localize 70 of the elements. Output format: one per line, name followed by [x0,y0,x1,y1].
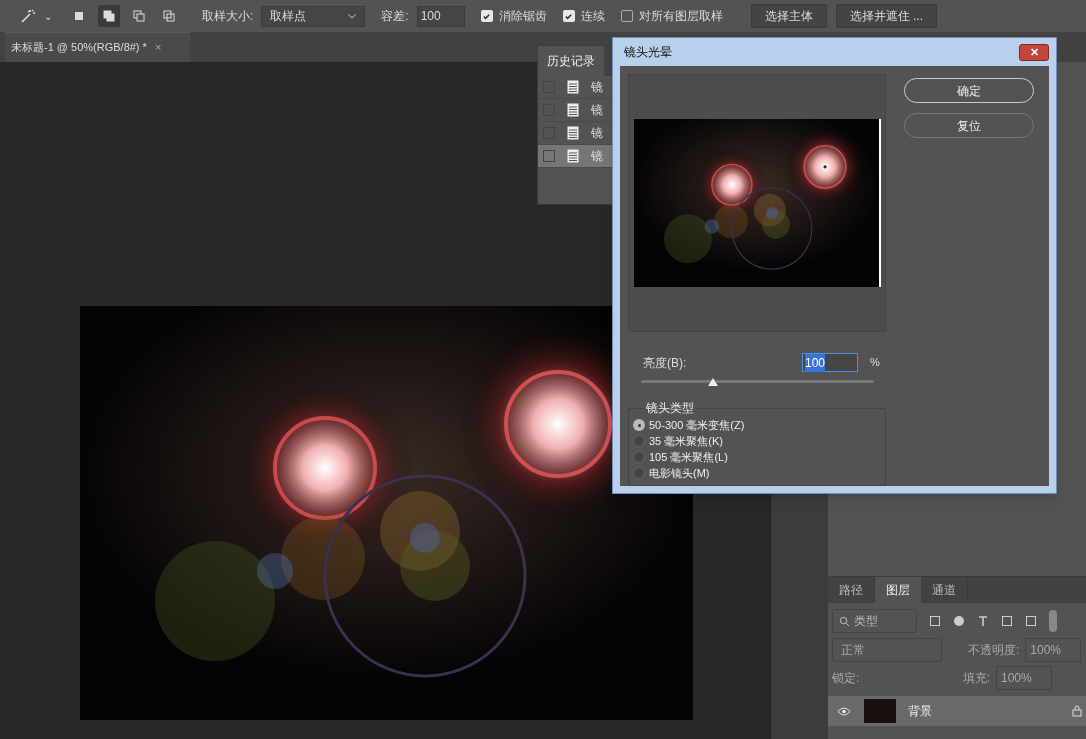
shape-filter-icon[interactable] [1001,615,1013,627]
sample-size-label: 取样大小: [202,8,254,25]
document-icon [567,149,579,163]
checkbox-label: 连续 [580,8,605,25]
radio-label: 电影镜头(M) [649,465,710,481]
selection-mode-button[interactable] [98,5,120,27]
dialog-title: 镜头光晕 [624,44,672,61]
radio-label: 105 毫米聚焦(L) [649,449,728,465]
slider-thumb[interactable] [708,378,719,386]
history-item-label: 镜 [591,79,603,96]
checkbox[interactable] [480,10,493,22]
checkmark-icon [482,11,492,21]
layer-thumbnail [864,699,896,723]
toolbar-button[interactable]: 选择并遮住 ... [835,4,938,28]
selection-mode-icon [133,10,145,22]
selection-mode-icon [163,10,175,22]
selection-mode-icon [103,10,115,22]
fill-field[interactable]: 100% [996,666,1052,690]
document-icon [567,80,579,94]
radio-label: 35 毫米聚焦(K) [649,433,723,449]
layer-row[interactable]: 背景 [828,696,1086,726]
panel-tab[interactable]: 图层 [875,577,921,603]
history-item-label: 镜 [591,148,603,165]
brightness-field[interactable]: 100 [802,353,858,372]
lock-label: 锁定: [832,670,860,687]
radio-button[interactable] [633,451,645,463]
tolerance-label: 容差: [381,8,409,25]
history-item-label: 镜 [591,125,603,142]
smart-object-filter-icon[interactable] [1025,615,1037,627]
close-button[interactable]: ✕ [1019,43,1049,61]
opacity-field[interactable]: 100% [1025,638,1082,662]
checkbox[interactable] [620,10,633,22]
search-icon [839,615,850,627]
filter-dropdown[interactable]: 类型 [832,609,917,633]
radio-button[interactable] [633,467,645,479]
panel-tab[interactable]: 通道 [921,577,968,603]
radio-button[interactable] [633,435,645,447]
brightness-label: 亮度(B): [643,354,688,372]
layer-name: 背景 [908,703,933,720]
adjustment-filter-icon[interactable] [953,615,965,627]
filter-toggle[interactable] [1049,610,1057,632]
caret-icon[interactable]: ⌄ [44,8,52,24]
close-icon[interactable]: × [154,39,162,56]
checkbox-label: 消除锯齿 [498,8,547,25]
eye-icon[interactable] [837,706,851,716]
opacity-label: 不透明度: [968,642,1020,659]
radio-button[interactable] [633,419,645,431]
radio-label: 50-300 毫米变焦(Z) [649,417,745,433]
panel-tab[interactable]: 历史记录 [538,46,604,76]
selection-mode-icon [73,10,85,22]
document-title: 未标题-1 @ 50%(RGB/8#) * [11,40,147,56]
lens-type-legend: 镜头类型 [644,399,696,417]
blend-mode-dropdown[interactable]: 正常 [832,638,942,662]
checkbox[interactable] [562,10,575,22]
document-icon [567,103,579,117]
text-filter-icon[interactable] [977,615,989,627]
history-item-label: 镜 [591,102,603,119]
percent-unit: % [870,355,880,371]
toolbar-button[interactable]: 选择主体 [750,4,827,28]
document-tab[interactable]: 未标题-1 @ 50%(RGB/8#) * × [5,32,190,62]
checkmark-icon [564,11,574,21]
checkbox-label: 对所有图层取样 [638,8,723,25]
tolerance-field[interactable]: 100 [416,5,465,27]
sample-size-dropdown[interactable]: 取样点 [261,5,366,27]
caret-icon [348,13,357,19]
document-icon [567,126,579,140]
brightness-slider[interactable] [641,378,874,387]
magic-wand-icon[interactable] [20,8,36,24]
fill-label: 填充: [962,670,990,687]
image-filter-icon[interactable] [929,615,941,627]
